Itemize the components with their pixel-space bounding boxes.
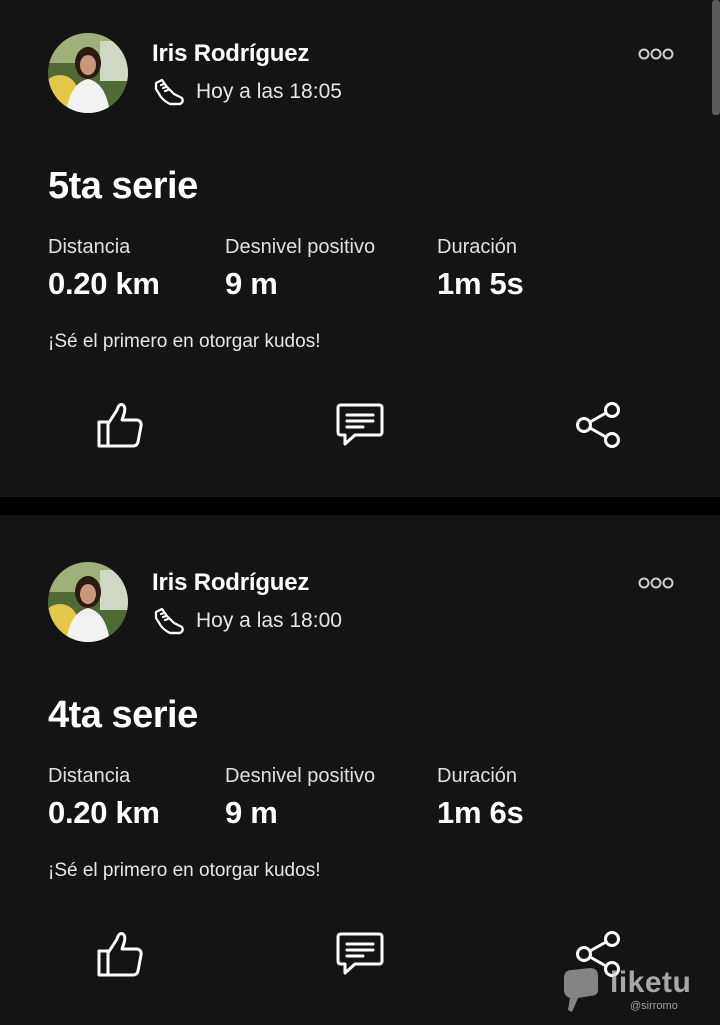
stat-value: 1m 6s bbox=[437, 795, 524, 830]
stat-label: Distancia bbox=[48, 765, 131, 787]
activity-card[interactable]: Iris Rodríguez Hoy a las 18:00 4ta serie… bbox=[0, 515, 720, 1025]
comment-button[interactable] bbox=[333, 927, 387, 981]
more-icon[interactable] bbox=[636, 46, 676, 62]
avatar[interactable] bbox=[48, 562, 128, 642]
activity-meta: Hoy a las 18:00 bbox=[152, 606, 342, 636]
kudos-prompt: ¡Sé el primero en otorgar kudos! bbox=[48, 860, 321, 881]
shoe-icon bbox=[152, 77, 186, 107]
activity-title[interactable]: 4ta serie bbox=[48, 694, 198, 737]
share-button[interactable] bbox=[572, 398, 626, 452]
athlete-name[interactable]: Iris Rodríguez bbox=[152, 569, 309, 597]
watermark-handle: @sirromo bbox=[630, 1000, 678, 1012]
watermark: liketu @sirromo bbox=[560, 960, 710, 1016]
more-icon[interactable] bbox=[636, 575, 676, 591]
stat-value: 1m 5s bbox=[437, 266, 524, 301]
stat-duration: Duración 1m 5s bbox=[437, 235, 524, 301]
stat-duration: Duración 1m 6s bbox=[437, 764, 524, 830]
thumbs-up-icon bbox=[97, 932, 143, 977]
liketu-logo-icon bbox=[564, 968, 598, 1012]
stat-value: 0.20 km bbox=[48, 795, 160, 830]
share-icon bbox=[576, 402, 620, 448]
stat-elevation: Desnivel positivo 9 m bbox=[225, 235, 375, 301]
kudos-button[interactable] bbox=[93, 398, 147, 452]
comment-icon bbox=[336, 932, 384, 975]
activity-timestamp: Hoy a las 18:00 bbox=[196, 609, 342, 632]
athlete-name[interactable]: Iris Rodríguez bbox=[152, 40, 309, 68]
stat-value: 9 m bbox=[225, 266, 278, 301]
stat-elevation: Desnivel positivo 9 m bbox=[225, 764, 375, 830]
watermark-brand: liketu bbox=[610, 966, 692, 999]
stat-distance: Distancia 0.20 km bbox=[48, 235, 160, 301]
stat-distance: Distancia 0.20 km bbox=[48, 764, 160, 830]
shoe-icon bbox=[152, 606, 186, 636]
stat-label: Desnivel positivo bbox=[225, 236, 376, 258]
avatar[interactable] bbox=[48, 33, 128, 113]
activity-timestamp: Hoy a las 18:05 bbox=[196, 80, 342, 103]
stat-value: 0.20 km bbox=[48, 266, 160, 301]
stat-value: 9 m bbox=[225, 795, 278, 830]
activity-meta: Hoy a las 18:05 bbox=[152, 77, 342, 107]
stat-label: Desnivel positivo bbox=[225, 765, 376, 787]
kudos-button[interactable] bbox=[93, 927, 147, 981]
activity-card[interactable]: Iris Rodríguez Hoy a las 18:05 5ta serie… bbox=[0, 0, 720, 497]
thumbs-up-icon bbox=[97, 403, 143, 448]
scrollbar-thumb[interactable] bbox=[712, 0, 720, 115]
comment-icon bbox=[336, 403, 384, 446]
kudos-prompt: ¡Sé el primero en otorgar kudos! bbox=[48, 331, 321, 352]
stat-label: Distancia bbox=[48, 236, 131, 258]
activity-feed: Iris Rodríguez Hoy a las 18:05 5ta serie… bbox=[0, 0, 720, 1025]
comment-button[interactable] bbox=[333, 398, 387, 452]
activity-title[interactable]: 5ta serie bbox=[48, 165, 198, 208]
stat-label: Duración bbox=[437, 236, 518, 258]
stat-label: Duración bbox=[437, 765, 518, 787]
